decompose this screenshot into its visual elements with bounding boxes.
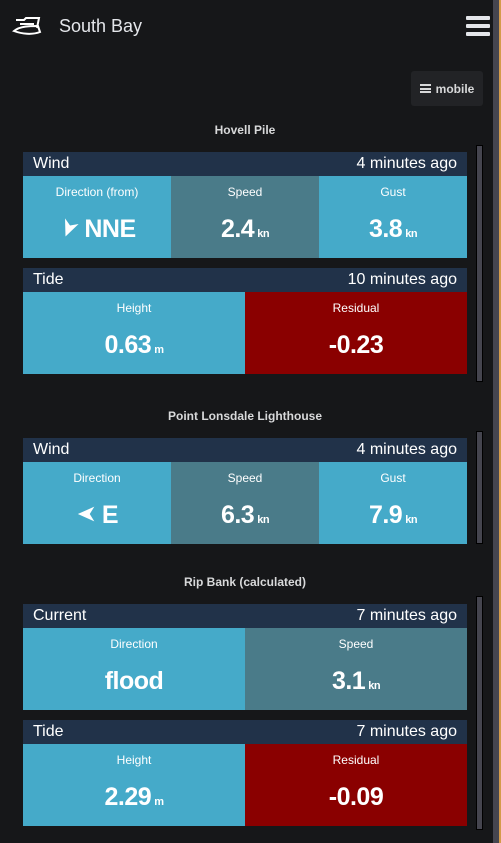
tide-residual-cell: Residual -0.09 bbox=[245, 744, 467, 826]
wind-panel: Wind 4 minutes ago Direction E Speed 6.3… bbox=[23, 438, 467, 544]
value-unit: kn bbox=[368, 680, 381, 692]
cell-label: Gust bbox=[380, 471, 406, 485]
cell-label: Direction bbox=[110, 637, 158, 651]
value-number: 2.4 bbox=[220, 215, 255, 243]
cell-value: -0.09 bbox=[245, 783, 467, 812]
tide-residual-cell: Residual -0.23 bbox=[245, 292, 467, 374]
current-panel: Current 7 minutes ago Direction flood Sp… bbox=[23, 604, 467, 710]
section-scrollbar[interactable] bbox=[476, 596, 483, 830]
section-title: Hovell Pile bbox=[214, 123, 276, 137]
wind-speed-cell: Speed 2.4 kn bbox=[171, 176, 319, 258]
section-title: Point Lonsdale Lighthouse bbox=[168, 409, 322, 423]
cell-label: Gust bbox=[380, 185, 406, 199]
cell-value: 0.63 m bbox=[23, 331, 245, 360]
value-unit: kn bbox=[257, 228, 270, 240]
cell-value: 7.9 kn bbox=[319, 501, 467, 530]
panel-header: Wind 4 minutes ago bbox=[23, 152, 467, 176]
value-number: -0.23 bbox=[328, 331, 384, 359]
panel-header: Tide 7 minutes ago bbox=[23, 720, 467, 744]
panel-title: Wind bbox=[33, 441, 70, 458]
wind-gust-cell: Gust 7.9 kn bbox=[319, 462, 467, 544]
cell-value: 6.3 kn bbox=[171, 501, 319, 530]
panel-header: Tide 10 minutes ago bbox=[23, 268, 467, 292]
value-unit: kn bbox=[405, 228, 418, 240]
wind-direction-arrow-icon bbox=[77, 506, 95, 522]
panel-updated: 10 minutes ago bbox=[347, 271, 457, 288]
cell-label: Height bbox=[116, 301, 152, 315]
app-title: South Bay bbox=[59, 16, 143, 36]
value-number: 7.9 bbox=[368, 501, 403, 529]
wind-direction-cell: Direction (from) NNE bbox=[23, 176, 171, 258]
tide-height-cell: Height 2.29 m bbox=[23, 744, 245, 826]
cell-label: Direction bbox=[73, 471, 121, 485]
panel-header: Current 7 minutes ago bbox=[23, 604, 467, 628]
value-text: flood bbox=[104, 667, 164, 695]
top-bar: South Bay bbox=[0, 0, 501, 55]
cell-label: Residual bbox=[332, 301, 380, 315]
value-unit: kn bbox=[257, 514, 270, 526]
section-scrollbar[interactable] bbox=[476, 431, 483, 544]
panel-updated: 7 minutes ago bbox=[356, 607, 457, 624]
tide-panel: Tide 10 minutes ago Height 0.63 m Residua… bbox=[23, 268, 467, 374]
value-unit: m bbox=[154, 796, 164, 808]
cell-value: 2.4 kn bbox=[171, 215, 319, 244]
cell-value: 3.8 kn bbox=[319, 215, 467, 244]
value-number: 0.63 bbox=[104, 331, 152, 359]
panel-updated: 7 minutes ago bbox=[356, 723, 457, 740]
cell-value: 3.1 kn bbox=[245, 667, 467, 696]
wind-direction-cell: Direction E bbox=[23, 462, 171, 544]
value-number: 2.29 bbox=[104, 783, 152, 811]
boat-logo-icon[interactable] bbox=[12, 14, 44, 38]
tide-height-cell: Height 0.63 m bbox=[23, 292, 245, 374]
cell-value: 2.29 m bbox=[23, 783, 245, 812]
direction-text: E bbox=[101, 501, 119, 529]
value-number: -0.09 bbox=[328, 783, 384, 811]
current-speed-cell: Speed 3.1 kn bbox=[245, 628, 467, 710]
cell-label: Speed bbox=[338, 637, 374, 651]
value-number: 3.8 bbox=[368, 215, 403, 243]
wind-panel: Wind 4 minutes ago Direction (from) NNE … bbox=[23, 152, 467, 258]
current-direction-cell: Direction flood bbox=[23, 628, 245, 710]
tide-panel: Tide 7 minutes ago Height 2.29 m Residual… bbox=[23, 720, 467, 826]
cell-value: NNE bbox=[23, 215, 171, 244]
panel-updated: 4 minutes ago bbox=[356, 155, 457, 172]
wind-direction-arrow-icon bbox=[65, 218, 79, 237]
panel-title: Tide bbox=[33, 723, 64, 740]
value-unit: kn bbox=[405, 514, 418, 526]
value-number: 6.3 bbox=[220, 501, 255, 529]
panel-title: Current bbox=[33, 607, 87, 624]
cell-value: -0.23 bbox=[245, 331, 467, 360]
cell-label: Speed bbox=[227, 185, 263, 199]
panel-header: Wind 4 minutes ago bbox=[23, 438, 467, 462]
cell-label: Speed bbox=[227, 471, 263, 485]
direction-text: NNE bbox=[84, 215, 136, 243]
mobile-view-button[interactable]: mobile bbox=[411, 71, 483, 106]
value-number: 3.1 bbox=[331, 667, 366, 695]
cell-value: flood bbox=[23, 667, 245, 696]
panel-title: Wind bbox=[33, 155, 70, 172]
section-title: Rip Bank (calculated) bbox=[183, 575, 307, 589]
value-unit: m bbox=[154, 344, 164, 356]
panel-updated: 4 minutes ago bbox=[356, 441, 457, 458]
cell-label: Direction (from) bbox=[55, 185, 139, 199]
cell-value: E bbox=[23, 501, 171, 530]
cell-label: Height bbox=[116, 753, 152, 767]
mobile-view-label: mobile bbox=[435, 81, 475, 96]
panel-title: Tide bbox=[33, 271, 64, 288]
wind-gust-cell: Gust 3.8 kn bbox=[319, 176, 467, 258]
hamburger-menu-icon[interactable] bbox=[466, 16, 490, 36]
section-scrollbar[interactable] bbox=[476, 145, 483, 382]
wind-speed-cell: Speed 6.3 kn bbox=[171, 462, 319, 544]
list-icon bbox=[419, 84, 431, 93]
cell-label: Residual bbox=[332, 753, 380, 767]
